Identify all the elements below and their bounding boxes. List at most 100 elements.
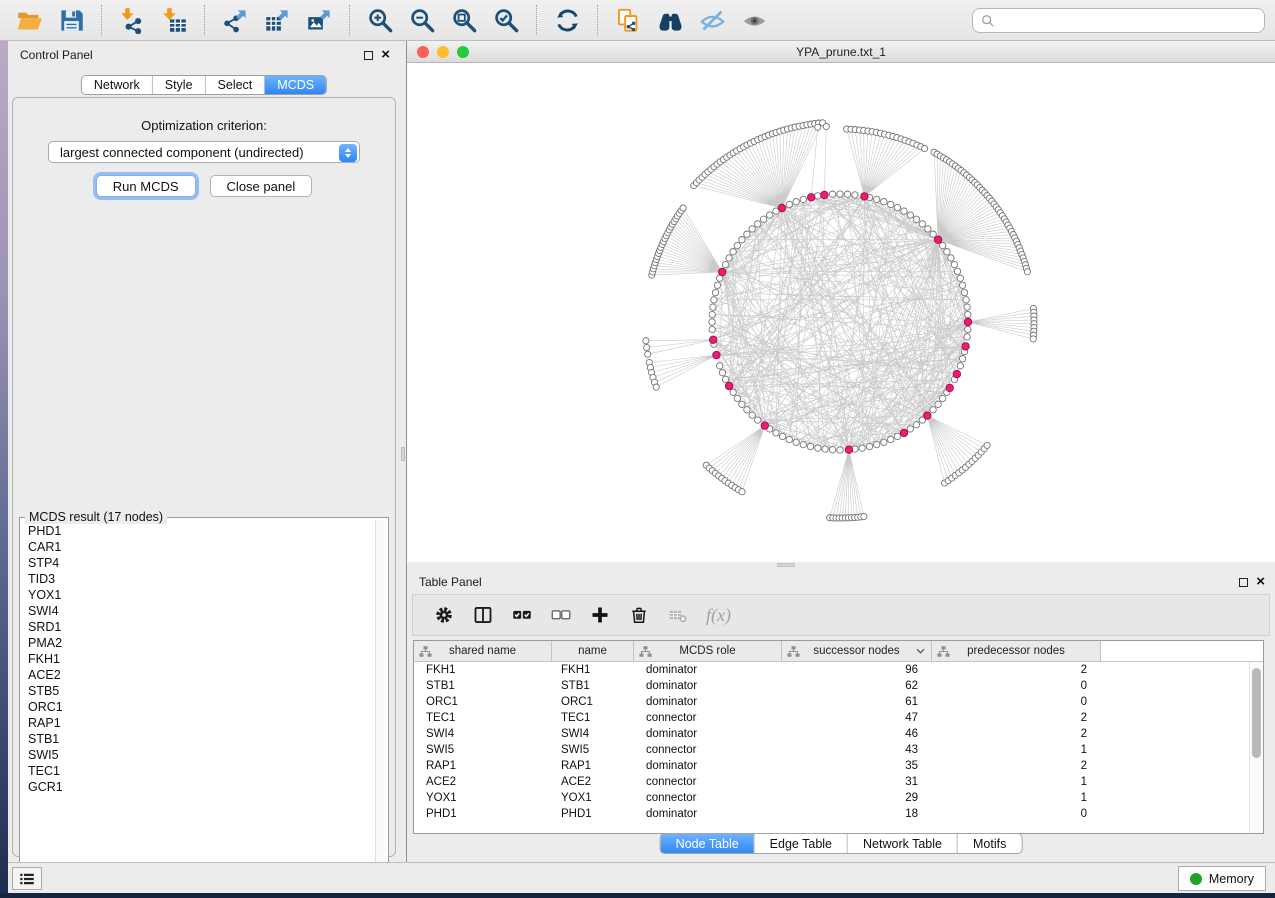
table-row[interactable]: SWI4SWI4dominator462 <box>414 726 1249 742</box>
table-row[interactable]: ACE2ACE2connector311 <box>414 774 1249 790</box>
table-cell: connector <box>634 776 782 788</box>
select-all-button[interactable] <box>511 604 533 626</box>
delete-entry-button[interactable] <box>628 604 650 626</box>
search-input[interactable] <box>995 11 1264 31</box>
node-table-body: FKH1FKH1dominator962STB1STB1dominator620… <box>414 662 1249 833</box>
table-cell: 29 <box>782 792 932 804</box>
criterion-select[interactable]: largest connected component (undirected) <box>48 141 360 163</box>
import-table-button[interactable] <box>158 4 190 36</box>
splitter-grip[interactable] <box>777 563 795 567</box>
mcds-result-item[interactable]: STB5 <box>20 683 374 699</box>
close-panel-icon[interactable]: × <box>1256 576 1265 588</box>
export-network-button[interactable] <box>219 4 251 36</box>
save-session-button[interactable] <box>55 4 87 36</box>
zoom-in-button[interactable] <box>364 4 396 36</box>
network-search-field[interactable] <box>972 8 1265 33</box>
table-row[interactable]: ORC1ORC1dominator610 <box>414 694 1249 710</box>
memory-button[interactable]: Memory <box>1178 866 1266 891</box>
mcds-result-item[interactable]: YOX1 <box>20 587 374 603</box>
table-row[interactable]: SWI5SWI5connector431 <box>414 742 1249 758</box>
deselect-all-button[interactable] <box>550 604 572 626</box>
column-header-shared-name[interactable]: shared name <box>414 641 552 661</box>
function-builder-button: f(x) <box>706 605 731 626</box>
table-cell: SWI4 <box>552 728 634 740</box>
run-mcds-button[interactable]: Run MCDS <box>96 175 196 197</box>
network-canvas[interactable] <box>407 64 1275 562</box>
hide-selected-button[interactable] <box>696 4 728 36</box>
tab-mcds[interactable]: MCDS <box>265 76 326 94</box>
table-row[interactable]: TEC1TEC1connector472 <box>414 710 1249 726</box>
export-image-button[interactable] <box>303 4 335 36</box>
search-network-button[interactable] <box>654 4 686 36</box>
open-session-button[interactable] <box>13 4 45 36</box>
column-header-successor-nodes[interactable]: successor nodes <box>782 641 932 661</box>
mcds-result-item[interactable]: ACE2 <box>20 667 374 683</box>
mcds-result-item[interactable]: PHD1 <box>20 523 374 539</box>
mcds-result-item[interactable]: STP4 <box>20 555 374 571</box>
task-history-button[interactable] <box>12 867 42 890</box>
mcds-result-item[interactable]: ORC1 <box>20 699 374 715</box>
table-row[interactable]: STB1STB1dominator620 <box>414 678 1249 694</box>
refresh-view-button[interactable] <box>551 4 583 36</box>
table-cell: 35 <box>782 760 932 772</box>
minimize-window-icon[interactable] <box>437 46 449 58</box>
zoom-fit-button[interactable] <box>448 4 480 36</box>
table-cell: 43 <box>782 744 932 756</box>
mcds-result-item[interactable]: STB1 <box>20 731 374 747</box>
mcds-result-item[interactable]: GCR1 <box>20 779 374 795</box>
show-columns-button[interactable] <box>472 604 494 626</box>
scrollbar-thumb[interactable] <box>1252 668 1261 758</box>
mcds-result-item[interactable]: PMA2 <box>20 635 374 651</box>
mcds-result-list[interactable]: PHD1CAR1STP4TID3YOX1SWI4SRD1PMA2FKH1ACE2… <box>20 523 374 882</box>
maximize-window-icon[interactable] <box>457 46 469 58</box>
table-cell: ORC1 <box>552 696 634 708</box>
tab-node-table[interactable]: Node Table <box>661 834 755 853</box>
column-header-mcds-role[interactable]: MCDS role <box>634 641 782 661</box>
tab-motifs[interactable]: Motifs <box>958 834 1021 853</box>
show-all-button[interactable] <box>738 4 770 36</box>
close-panel-icon[interactable]: × <box>381 49 390 61</box>
mcds-result-item[interactable]: TID3 <box>20 571 374 587</box>
float-panel-icon[interactable] <box>364 51 373 60</box>
table-row[interactable]: RAP1RAP1dominator352 <box>414 758 1249 774</box>
mcds-result-item[interactable]: TEC1 <box>20 763 374 779</box>
mcds-result-item[interactable]: RAP1 <box>20 715 374 731</box>
mcds-result-item[interactable]: FKH1 <box>20 651 374 667</box>
mcds-result-item[interactable]: CAR1 <box>20 539 374 555</box>
table-scrollbar[interactable] <box>1249 662 1263 833</box>
close-panel-button[interactable]: Close panel <box>210 175 313 197</box>
table-cell: 61 <box>782 696 932 708</box>
result-list-scrollbar[interactable] <box>375 520 386 882</box>
table-cell: connector <box>634 744 782 756</box>
tab-style[interactable]: Style <box>153 76 206 94</box>
column-header-name[interactable]: name <box>552 641 634 661</box>
vertical-splitter[interactable] <box>400 41 407 862</box>
table-cell: YOX1 <box>414 792 552 804</box>
table-row[interactable]: FKH1FKH1dominator962 <box>414 662 1249 678</box>
search-icon <box>981 14 995 28</box>
table-row[interactable]: YOX1YOX1connector291 <box>414 790 1249 806</box>
zoom-out-button[interactable] <box>406 4 438 36</box>
splitter-grip[interactable] <box>401 447 405 461</box>
column-header-predecessor-nodes[interactable]: predecessor nodes <box>932 641 1101 661</box>
mcds-result-item[interactable]: SWI5 <box>20 747 374 763</box>
float-panel-icon[interactable] <box>1239 578 1248 587</box>
mcds-result-item[interactable]: SRD1 <box>20 619 374 635</box>
table-cell: 1 <box>932 792 1101 804</box>
export-table-button[interactable] <box>261 4 293 36</box>
tab-edge-table[interactable]: Edge Table <box>755 834 848 853</box>
clone-network-button[interactable] <box>612 4 644 36</box>
zoom-selected-button[interactable] <box>490 4 522 36</box>
table-cell: 2 <box>932 712 1101 724</box>
mcds-result-item[interactable]: SWI4 <box>20 603 374 619</box>
table-row[interactable]: PHD1PHD1dominator180 <box>414 806 1249 822</box>
table-cell: dominator <box>634 664 782 676</box>
tab-network-table[interactable]: Network Table <box>848 834 958 853</box>
import-network-button[interactable] <box>116 4 148 36</box>
tab-select[interactable]: Select <box>206 76 266 94</box>
close-window-icon[interactable] <box>417 46 429 58</box>
table-settings-button[interactable] <box>433 604 455 626</box>
network-graph[interactable] <box>407 64 1275 562</box>
tab-network[interactable]: Network <box>82 76 153 94</box>
add-entry-button[interactable] <box>589 604 611 626</box>
